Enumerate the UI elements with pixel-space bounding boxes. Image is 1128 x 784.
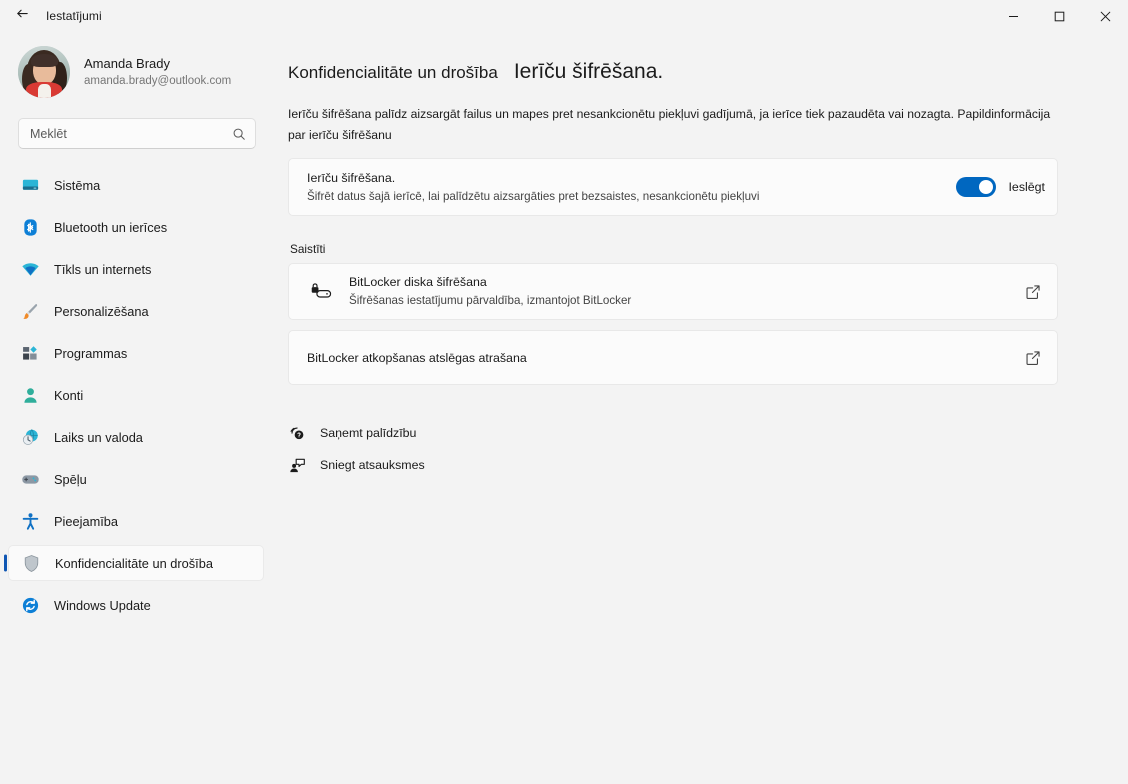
sidebar-item-label: Spēļu: [54, 471, 87, 487]
toggle-knob: [979, 180, 994, 194]
sidebar-item-personalizesana[interactable]: Personalizēšana: [8, 293, 264, 329]
main-content: Konfidencialitāte un drošība Ierīču šifr…: [272, 32, 1128, 784]
paintbrush-icon: [20, 301, 40, 321]
window-controls: [990, 0, 1128, 32]
sidebar-item-label: Konfidencialitāte un drošība: [55, 555, 213, 571]
get-help-label: Saņemt palīdzību: [320, 426, 417, 440]
help-question-icon: [288, 424, 306, 442]
sidebar-item-tikls-un-internets[interactable]: Tīkls un internets: [8, 251, 264, 287]
sidebar-item-label: Windows Update: [54, 597, 151, 613]
toggle-state-label: Ieslēgt: [1008, 180, 1045, 194]
search-area: [0, 108, 272, 157]
sidebar-item-label: Bluetooth un ierīces: [54, 219, 168, 235]
bitlocker-drive-encryption-card[interactable]: BitLocker diska šifrēšana Šifrēšanas ies…: [288, 263, 1058, 320]
give-feedback-label: Sniegt atsauksmes: [320, 458, 425, 472]
account-block[interactable]: Amanda Brady amanda.brady@outlook.com: [0, 32, 272, 108]
help-links: Saņemt palīdzību Sniegt atsauksmes: [288, 419, 1082, 479]
wifi-icon: [20, 259, 40, 279]
sidebar-item-label: Pieejamība: [54, 513, 119, 529]
sidebar-nav: Sistēma Bluetooth un ierīces Tīkls un in…: [0, 157, 272, 629]
sidebar-item-bluetooth-un-ierices[interactable]: Bluetooth un ierīces: [8, 209, 264, 245]
minimize-icon: [1008, 15, 1018, 17]
close-icon: [1100, 11, 1110, 21]
bitlocker-card-title: BitLocker diska šifrēšana: [349, 275, 487, 289]
related-section-label: Saistīti: [290, 242, 326, 256]
sidebar-item-label: Konti: [54, 387, 84, 403]
device-encryption-title: Ierīču šifrēšana.: [307, 170, 396, 185]
person-icon: [20, 385, 40, 405]
search-icon[interactable]: [232, 127, 246, 141]
maximize-button[interactable]: [1036, 0, 1082, 32]
maximize-icon: [1054, 11, 1064, 21]
update-icon: [20, 595, 40, 615]
search-box[interactable]: [18, 118, 256, 149]
accessibility-icon: [20, 511, 40, 531]
sidebar-item-pieejamiba[interactable]: Pieejamība: [8, 503, 264, 539]
avatar: [18, 46, 70, 98]
gamepad-icon: [20, 469, 40, 489]
sidebar-item-label: Laiks un valoda: [54, 429, 143, 445]
get-help-link[interactable]: Saņemt palīdzību: [288, 419, 422, 447]
minimize-button[interactable]: [990, 0, 1036, 32]
page-title: Ierīču šifrēšana.: [513, 60, 664, 83]
feedback-icon: [288, 456, 306, 474]
window-title: Iestatījumi: [46, 9, 102, 23]
title-bar: Iestatījumi: [0, 0, 1128, 32]
bitlocker-recovery-key-card[interactable]: BitLocker atkopšanas atslēgas atrašana: [288, 330, 1058, 385]
sidebar-item-konfidencialitate-un-drosiba[interactable]: Konfidencialitāte un drošība: [8, 545, 264, 581]
recovery-key-card-title: BitLocker atkopšanas atslēgas atrašana: [307, 350, 527, 365]
sidebar-item-laiks-un-valoda[interactable]: Laiks un valoda: [8, 419, 264, 455]
sidebar-item-windows-update[interactable]: Windows Update: [8, 587, 264, 623]
close-button[interactable]: [1082, 0, 1128, 32]
drive-lock-icon: [307, 282, 335, 302]
sidebar: Amanda Brady amanda.brady@outlook.com Me…: [0, 32, 272, 784]
external-link-icon[interactable]: [1021, 284, 1045, 300]
sidebar-item-label: Programmas: [54, 345, 128, 361]
account-email: amanda.brady@outlook.com: [84, 75, 232, 87]
search-input[interactable]: [30, 126, 232, 141]
device-encryption-toggle[interactable]: [956, 177, 997, 197]
page-description: Ierīču šifrēšana palīdz aizsargāt failus…: [288, 107, 1051, 142]
bluetooth-icon: [20, 217, 40, 237]
sidebar-item-label: Personalizēšana: [54, 303, 149, 319]
external-link-icon[interactable]: [1021, 350, 1045, 366]
give-feedback-link[interactable]: Sniegt atsauksmes: [288, 451, 431, 479]
sidebar-item-konti[interactable]: Konti: [8, 377, 264, 413]
account-name: Amanda Brady: [84, 56, 170, 71]
apps-icon: [20, 343, 40, 363]
clock-globe-icon: [20, 427, 40, 447]
device-encryption-subtitle: Šifrēt datus šajā ierīcē, lai palīdzētu …: [307, 189, 760, 203]
sidebar-item-label: Tīkls un internets: [54, 261, 152, 277]
back-button[interactable]: [4, 1, 40, 31]
monitor-icon: [20, 175, 40, 195]
back-arrow-icon: [15, 6, 30, 26]
sidebar-item-sistema[interactable]: Sistēma: [8, 167, 264, 203]
breadcrumb[interactable]: Konfidencialitāte un drošība: [288, 63, 498, 83]
bitlocker-card-subtitle: Šifrēšanas iestatījumu pārvaldība, izman…: [349, 294, 632, 307]
shield-icon: [21, 553, 41, 573]
device-encryption-card: Ierīču šifrēšana. Šifrēt datus šajā ierī…: [288, 158, 1058, 216]
sidebar-item-programmas[interactable]: Programmas: [8, 335, 264, 371]
settings-window: Iestatījumi Amanda Brady amanda.brady@ou…: [0, 0, 1128, 784]
sidebar-item-spelu[interactable]: Spēļu: [8, 461, 264, 497]
sidebar-item-label: Sistēma: [54, 177, 101, 193]
page-header: Konfidencialitāte un drošība Ierīču šifr…: [288, 60, 1082, 84]
